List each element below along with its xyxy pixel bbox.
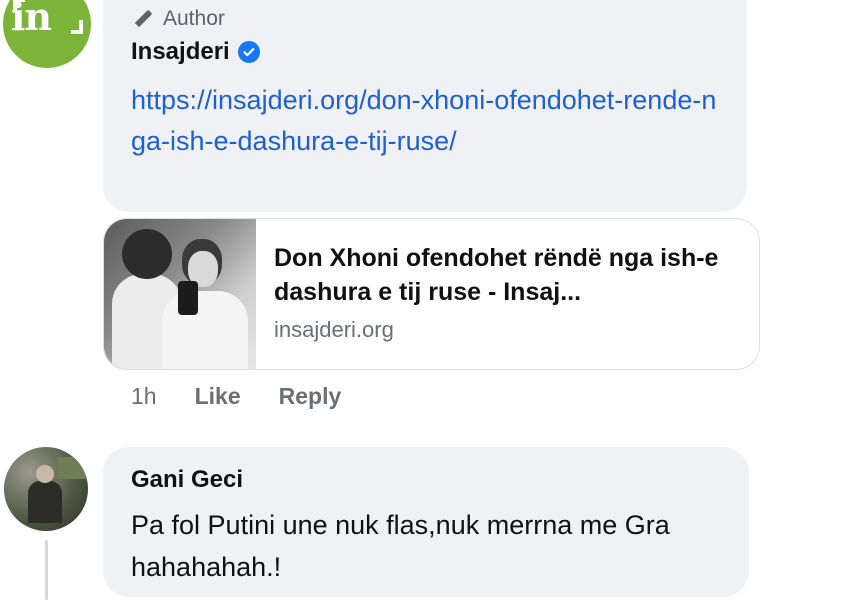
thread-line (45, 540, 48, 600)
commenter-name[interactable]: Insajderi (131, 38, 230, 66)
comment-author: Insajderi (131, 38, 260, 66)
author-badge-label: Author (163, 7, 225, 30)
pencil-icon (134, 10, 152, 28)
commenter-name[interactable]: Gani Geci (131, 466, 243, 494)
author-avatar[interactable]: in (3, 0, 91, 68)
preview-domain: insajderi.org (274, 317, 394, 342)
reply-button[interactable]: Reply (279, 383, 342, 410)
comment-link[interactable]: https://insajderi.org/don-xhoni-ofendohe… (131, 80, 731, 162)
like-button[interactable]: Like (195, 383, 241, 410)
preview-title: Don Xhoni ofendohet rëndë nga ish-e dash… (274, 244, 719, 306)
logo-bracket-left (13, 0, 25, 12)
comment-timestamp[interactable]: 1h (131, 383, 157, 410)
preview-thumbnail (104, 219, 256, 369)
commenter-avatar[interactable] (4, 447, 88, 531)
comment-actions: 1h Like Reply (131, 383, 379, 410)
comment-text: Pa fol Putini une nuk flas,nuk merrna me… (131, 510, 685, 582)
logo-bracket-right (71, 20, 83, 34)
author-badge: Author (131, 6, 225, 32)
link-preview-card[interactable]: Don Xhoni ofendohet rëndë nga ish-e dash… (103, 218, 760, 370)
verified-badge-icon (237, 41, 260, 63)
